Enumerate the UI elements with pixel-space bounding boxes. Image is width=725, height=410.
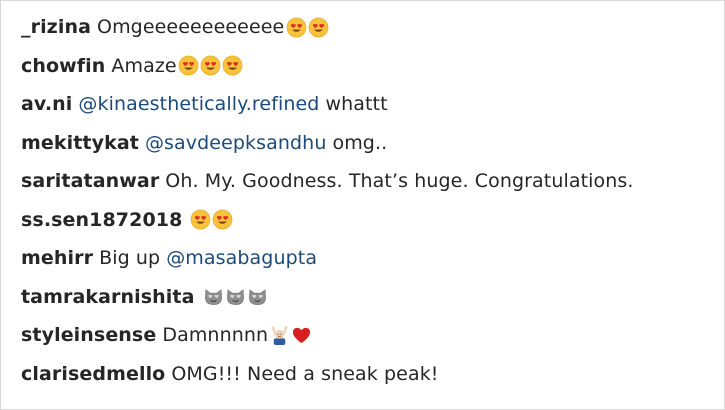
- heart-eyes-cat-icon: [203, 286, 224, 307]
- comment-emojis: [269, 325, 313, 346]
- comment-username[interactable]: clarisedmello: [21, 363, 165, 385]
- heart-eyes-icon: [212, 209, 233, 230]
- comment-text: Oh. My. Goodness. That’s huge. Congratul…: [165, 170, 634, 193]
- comment-text: omg..: [332, 131, 388, 154]
- list-item: _rizina Omgeeeeeeeeeeee: [21, 8, 721, 47]
- comment-text: OMG!!! Need a sneak peak!: [171, 362, 439, 385]
- comment-emojis: [286, 17, 330, 38]
- list-item: saritatanwar Oh. My. Goodness. That’s hu…: [21, 162, 721, 201]
- list-item: tamrakarnishita: [21, 278, 721, 317]
- list-item: av.ni @kinaesthetically.refined whattt: [21, 85, 721, 124]
- heart-eyes-icon: [200, 55, 221, 76]
- comment-username[interactable]: ss.sen1872018: [21, 209, 182, 231]
- comment-text: Damnnnnn: [162, 324, 269, 347]
- heart-eyes-icon: [178, 55, 199, 76]
- heart-eyes-icon: [190, 209, 211, 230]
- list-item: mehirr Big up @masabagupta: [21, 239, 721, 278]
- comment-text: Big up: [99, 247, 161, 270]
- raising-hands-person-icon: [269, 325, 290, 346]
- comment-mention[interactable]: @masabagupta: [166, 247, 317, 269]
- heart-eyes-icon: [308, 17, 329, 38]
- comment-username[interactable]: av.ni: [21, 93, 72, 115]
- list-item: mekittykat @savdeepksandhu omg..: [21, 124, 721, 163]
- heart-eyes-cat-icon: [225, 286, 246, 307]
- comment-text: Omgeeeeeeeeeeee: [97, 16, 285, 39]
- comment-username[interactable]: mekittykat: [21, 132, 139, 154]
- list-item: styleinsense Damnnnnn: [21, 316, 721, 355]
- comment-emojis: [203, 286, 269, 307]
- comment-mention[interactable]: @savdeepksandhu: [145, 132, 327, 154]
- comment-username[interactable]: tamrakarnishita: [21, 286, 195, 308]
- comment-username[interactable]: chowfin: [21, 55, 105, 77]
- red-heart-icon: [291, 325, 312, 346]
- comment-username[interactable]: styleinsense: [21, 324, 156, 346]
- heart-eyes-icon: [286, 17, 307, 38]
- comment-emojis: [178, 55, 244, 76]
- comment-emojis: [190, 209, 234, 230]
- heart-eyes-icon: [222, 55, 243, 76]
- comments-panel: _rizina Omgeeeeeeeeeeee chowfin Amaze av…: [0, 0, 725, 410]
- comment-text: Amaze: [111, 54, 177, 77]
- heart-eyes-cat-icon: [247, 286, 268, 307]
- list-item: clarisedmello OMG!!! Need a sneak peak!: [21, 355, 721, 394]
- comment-username[interactable]: _rizina: [21, 16, 91, 38]
- comment-username[interactable]: mehirr: [21, 247, 93, 269]
- comment-username[interactable]: saritatanwar: [21, 170, 159, 192]
- list-item: ss.sen1872018: [21, 201, 721, 240]
- comment-mention[interactable]: @kinaesthetically.refined: [78, 93, 319, 115]
- comment-list: _rizina Omgeeeeeeeeeeee chowfin Amaze av…: [21, 8, 721, 393]
- list-item: chowfin Amaze: [21, 47, 721, 86]
- comment-text: whattt: [325, 93, 388, 116]
